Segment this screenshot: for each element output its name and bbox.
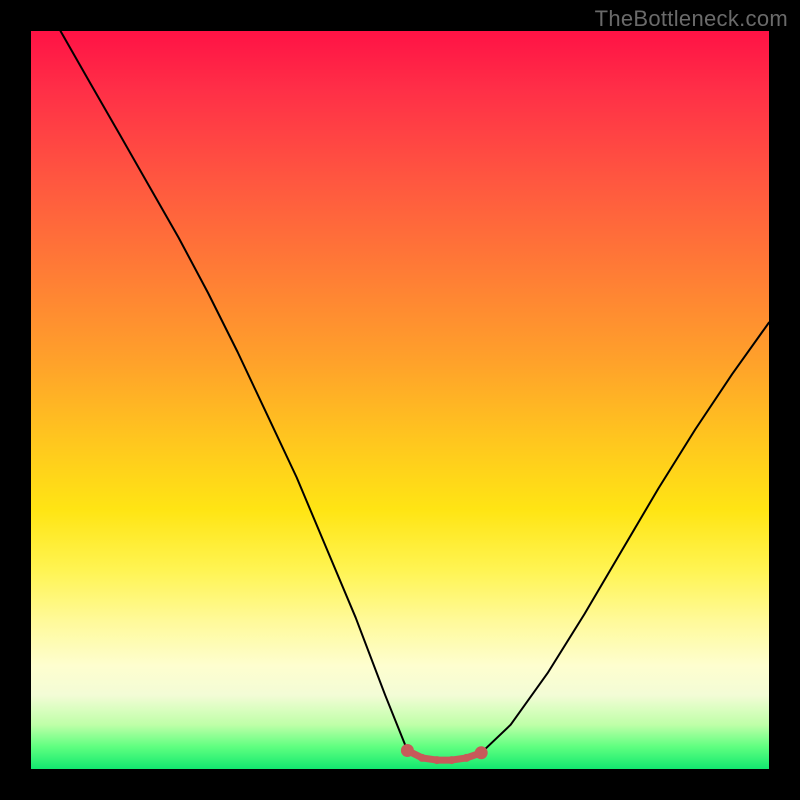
watermark-text: TheBottleneck.com [595, 6, 788, 32]
marker-dot [462, 754, 470, 762]
marker-dot [418, 754, 426, 762]
bottleneck-curve [61, 31, 770, 760]
plot-area [31, 31, 769, 769]
marker-dot [475, 746, 488, 759]
chart-frame: TheBottleneck.com [0, 0, 800, 800]
marker-dot [401, 744, 414, 757]
curve-layer [31, 31, 769, 769]
marker-dot [448, 756, 456, 764]
marker-dot [433, 756, 441, 764]
